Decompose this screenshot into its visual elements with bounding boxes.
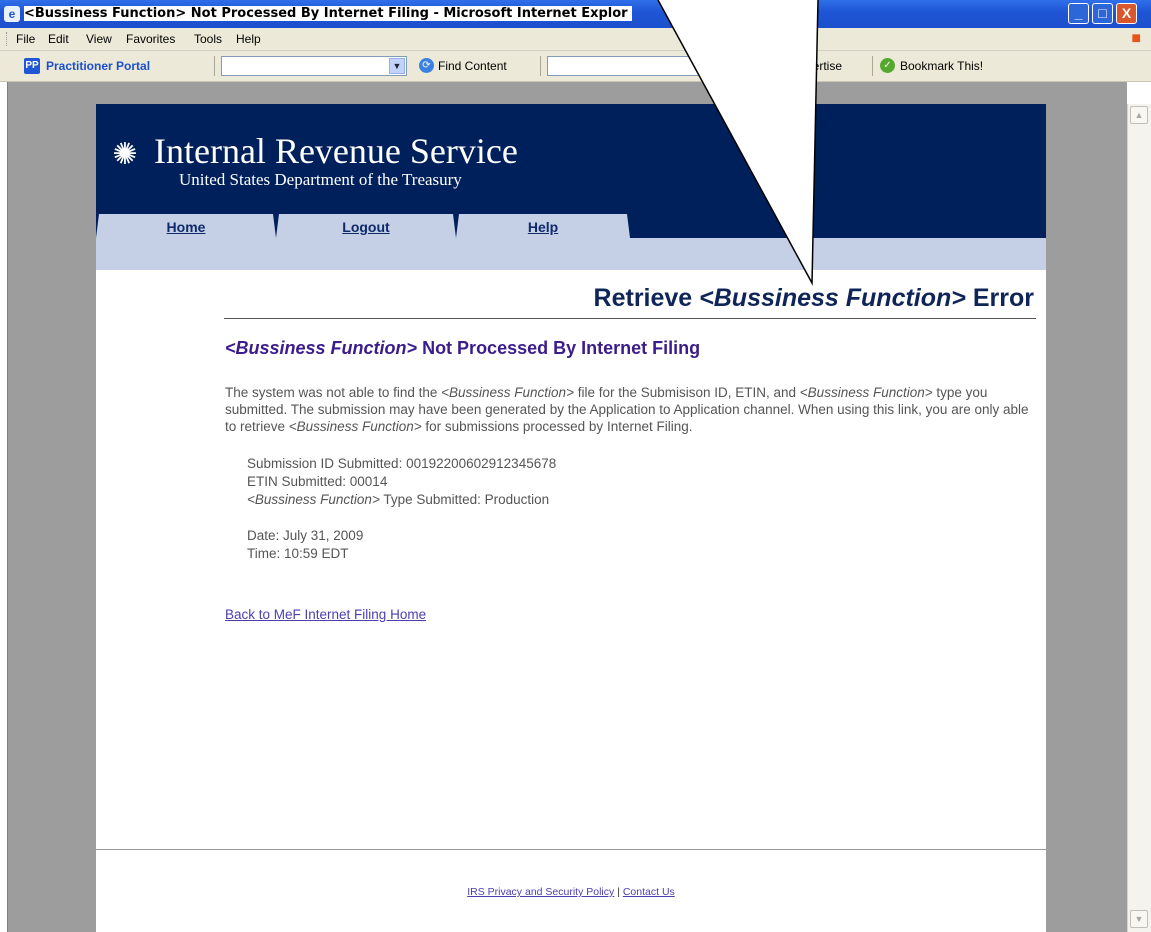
- toolbar-separator: [540, 56, 541, 76]
- scroll-up-icon[interactable]: ▲: [1130, 106, 1148, 124]
- time-row: Time: 10:59 EDT: [247, 546, 349, 561]
- scroll-down-icon[interactable]: ▼: [1130, 910, 1148, 928]
- subheading-text: Not Processed By Internet Filing: [417, 338, 701, 358]
- privacy-policy-link[interactable]: IRS Privacy and Security Policy: [467, 886, 614, 898]
- date-row: Date: July 31, 2009: [247, 528, 364, 543]
- page-right-margin: [1046, 104, 1127, 932]
- menu-grip[interactable]: [6, 32, 9, 46]
- description-part: for submissions processed by Internet Fi…: [421, 419, 693, 434]
- tab-help-label[interactable]: Help: [456, 214, 630, 235]
- links-toolbar: PP Practitioner Portal ▼ ⟳ Find Content …: [0, 51, 1151, 82]
- irs-eagle-logo-icon: ✺: [112, 138, 138, 171]
- contact-us-link[interactable]: Contact Us: [623, 886, 675, 898]
- irs-header: ✺ Internal Revenue Service United States…: [96, 104, 1046, 238]
- page-title-prefix: Retrieve: [593, 284, 700, 312]
- submission-details: Submission ID Submitted: 001922006029123…: [247, 455, 556, 563]
- chevron-down-icon[interactable]: ▼: [389, 58, 405, 74]
- tab-home[interactable]: Home: [96, 214, 276, 238]
- bookmark-button[interactable]: Bookmark This!: [900, 59, 983, 73]
- find-content-icon[interactable]: ⟳: [419, 58, 434, 73]
- page-left-margin: [7, 104, 96, 932]
- menu-tools[interactable]: Tools: [194, 32, 222, 46]
- window-title-bar: e <Bussiness Function> Not Processed By …: [0, 0, 1151, 28]
- expertise-button[interactable]: pertise: [806, 59, 842, 73]
- tab-home-label[interactable]: Home: [96, 214, 276, 235]
- department-name: United States Department of the Treasury: [179, 170, 462, 189]
- web-page: ✺ Internal Revenue Service United States…: [96, 104, 1046, 932]
- footer-separator: |: [614, 886, 623, 898]
- vertical-scrollbar[interactable]: ▲ ▼: [1127, 104, 1151, 932]
- toolbar-separator: [872, 56, 873, 76]
- menu-edit[interactable]: Edit: [48, 32, 69, 46]
- footer-divider: [96, 849, 1046, 850]
- maximize-icon: □: [1098, 5, 1107, 21]
- close-icon: X: [1121, 5, 1132, 21]
- practitioner-portal-link[interactable]: Practitioner Portal: [46, 59, 150, 73]
- toolbar-separator: [214, 56, 215, 76]
- bookmark-icon[interactable]: ✓: [880, 58, 895, 73]
- find-content-button[interactable]: Find Content: [438, 59, 507, 73]
- submission-id-row: Submission ID Submitted: 001922006029123…: [247, 456, 557, 471]
- description-part: The system was not able to find the: [225, 385, 442, 400]
- maximize-button[interactable]: □: [1092, 3, 1113, 24]
- tab-help[interactable]: Help: [456, 214, 630, 238]
- error-subheading: <Bussiness Function> Not Processed By In…: [225, 338, 700, 359]
- etin-row: ETIN Submitted: 00014: [247, 474, 388, 489]
- page-title: Retrieve <Bussiness Function> Error: [594, 284, 1034, 313]
- page-footer: IRS Privacy and Security Policy | Contac…: [96, 886, 1046, 898]
- header-light-band: [96, 238, 1046, 270]
- description-variable: <Bussiness Function>: [441, 385, 574, 400]
- minimize-button[interactable]: _: [1068, 3, 1089, 24]
- type-value: Type Submitted: Production: [379, 492, 550, 507]
- close-button[interactable]: X: [1116, 3, 1137, 24]
- practitioner-portal-icon[interactable]: PP: [24, 58, 40, 74]
- tab-logout[interactable]: Logout: [276, 214, 456, 238]
- title-divider: [224, 318, 1036, 319]
- description-variable: <Bussiness Function>: [288, 419, 422, 434]
- portal-combo-box[interactable]: ▼: [221, 56, 407, 76]
- back-to-home-link[interactable]: Back to MeF Internet Filing Home: [225, 607, 426, 622]
- menu-favorites[interactable]: Favorites: [126, 32, 175, 46]
- error-description: The system was not able to find the <Bus…: [225, 384, 1035, 435]
- tab-logout-label[interactable]: Logout: [276, 214, 456, 235]
- type-variable: <Bussiness Function>: [247, 492, 380, 507]
- menu-view[interactable]: View: [86, 32, 112, 46]
- minimize-icon: _: [1074, 5, 1083, 21]
- agency-name: Internal Revenue Service: [154, 131, 518, 171]
- menu-file[interactable]: File: [16, 32, 35, 46]
- page-title-variable: <Bussiness Function>: [699, 284, 966, 312]
- type-row: <Bussiness Function> Type Submitted: Pro…: [247, 491, 556, 509]
- internet-explorer-icon: e: [4, 6, 20, 22]
- menu-bar: File Edit View Favorites Tools Help ■: [0, 28, 1151, 51]
- subheading-variable: <Bussiness Function>: [225, 338, 418, 358]
- description-part: file for the Submisison ID, ETIN, and: [573, 385, 800, 400]
- description-variable: <Bussiness Function>: [799, 385, 933, 400]
- search-field[interactable]: [547, 56, 797, 76]
- windows-logo-icon: ■: [1131, 30, 1141, 47]
- details-spacer: [247, 509, 556, 527]
- viewport-top-margin: [7, 82, 1127, 104]
- viewport-border: [7, 82, 8, 932]
- menu-help[interactable]: Help: [236, 32, 261, 46]
- page-title-suffix: Error: [965, 284, 1034, 312]
- window-title: <Bussiness Function> Not Processed By In…: [24, 6, 632, 21]
